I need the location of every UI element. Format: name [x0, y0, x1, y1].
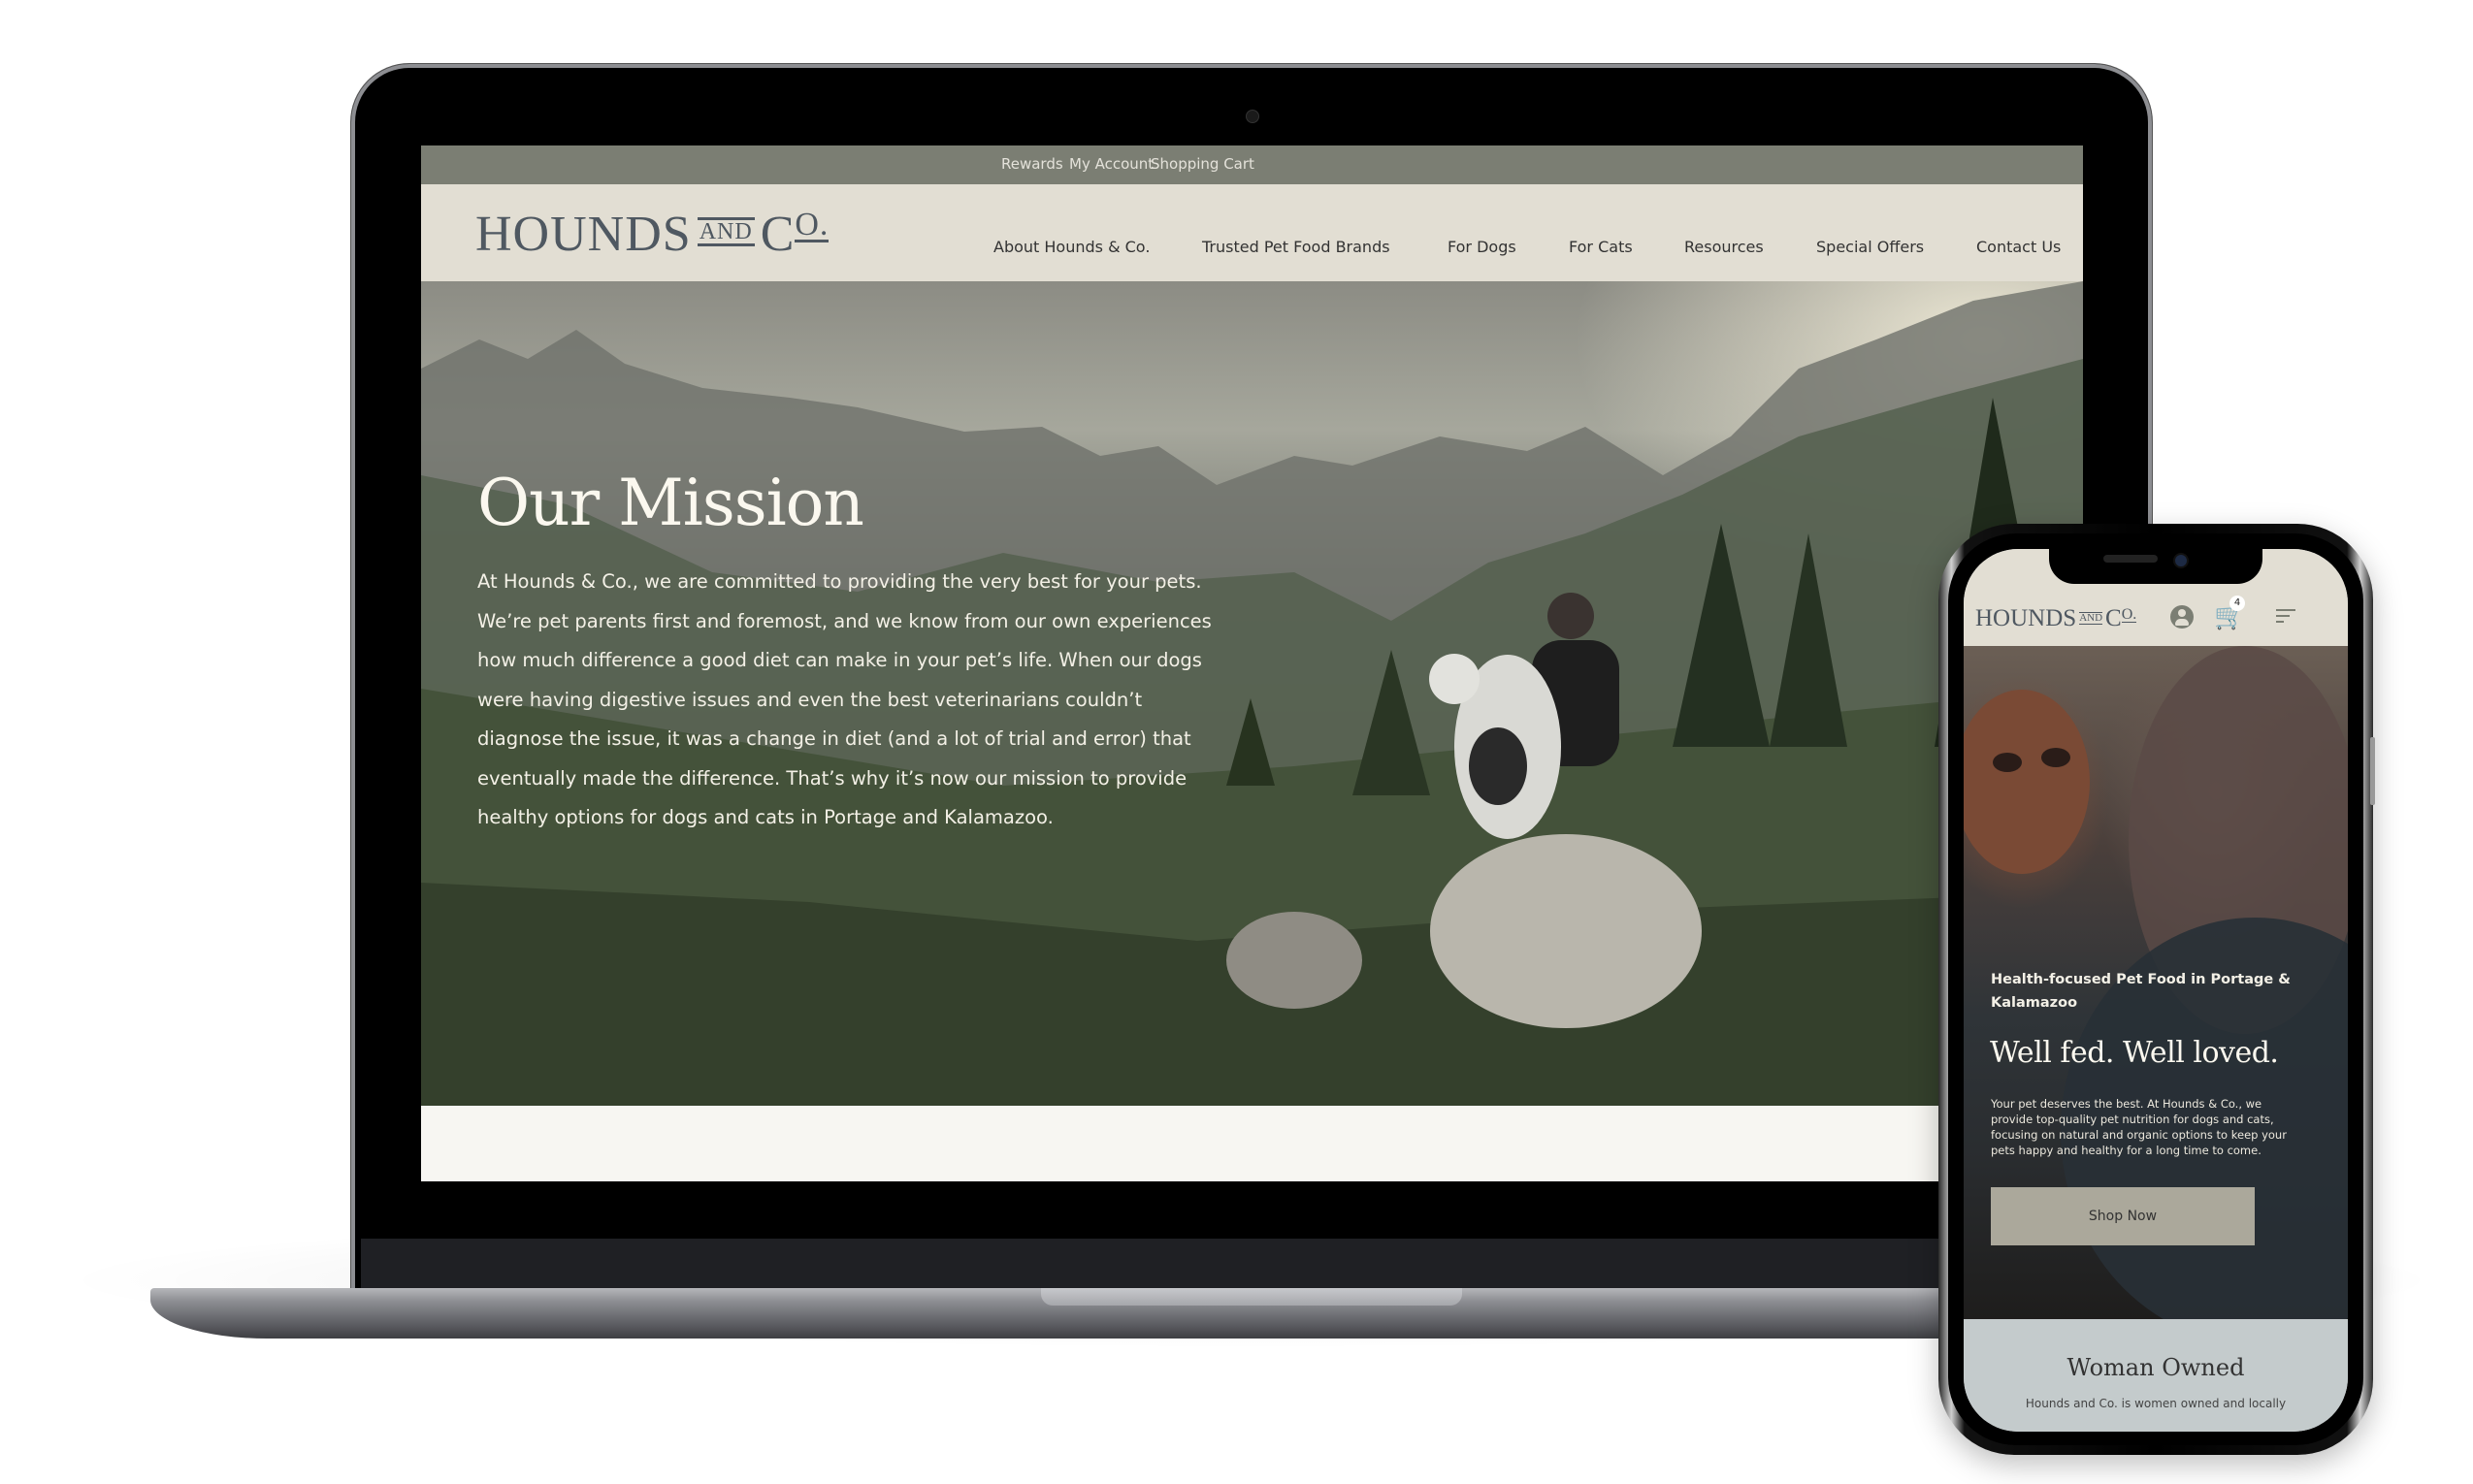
logo-c: C — [760, 207, 796, 262]
user-circle-icon[interactable] — [2170, 605, 2194, 629]
nav-about[interactable]: About Hounds & Co. — [993, 238, 1150, 256]
mobile-logo[interactable]: HOUNDS AND CO. — [1975, 605, 2137, 632]
webcam-icon — [1246, 110, 1259, 123]
phone-screen: HOUNDS AND CO. 🛒 4 Health-focused Pet Food… — [1964, 549, 2348, 1432]
logo-and: AND — [697, 217, 755, 246]
phone-side-button — [2370, 737, 2375, 805]
logo-o: O. — [2121, 606, 2137, 623]
phone-notch — [2049, 545, 2262, 584]
logo-word: HOUNDS — [1975, 605, 2077, 631]
menu-line — [2276, 621, 2284, 623]
nav-for-cats[interactable]: For Cats — [1569, 238, 1633, 256]
nav-for-dogs[interactable]: For Dogs — [1448, 238, 1516, 256]
site-logo[interactable]: HOUNDS AND CO. — [475, 206, 830, 263]
nav-contact-us[interactable]: Contact Us — [1976, 238, 2061, 256]
nav-special-offers[interactable]: Special Offers — [1816, 238, 1924, 256]
mission-title: Our Mission — [477, 466, 864, 540]
mission-body: At Hounds & Co., we are committed to pro… — [477, 570, 1212, 828]
cart-count-badge: 4 — [2229, 596, 2245, 611]
nav-trusted-brands[interactable]: Trusted Pet Food Brands — [1202, 238, 1390, 256]
hero-body: Your pet deserves the best. At Hounds & … — [1991, 1097, 2287, 1157]
hero-title: Well fed. Well loved. — [1990, 1036, 2279, 1070]
utility-bar: Rewards My Account Shopping Cart — [421, 145, 2083, 184]
mobile-hero: Health-focused Pet Food in Portage & Kal… — [1964, 646, 2348, 1319]
front-camera-icon — [2173, 553, 2189, 568]
my-account-link[interactable]: My Account — [1069, 155, 1154, 173]
site-header: HOUNDS AND CO. About Hounds & Co. Trusted … — [421, 184, 2083, 281]
section-body: Hounds and Co. is women owned and locall… — [2025, 1397, 2287, 1410]
logo-word: HOUNDS — [475, 207, 692, 262]
shop-now-button[interactable]: Shop Now — [1991, 1187, 2255, 1245]
nav-resources[interactable]: Resources — [1684, 238, 1764, 256]
woman-owned-section: Woman Owned Hounds and Co. is women owne… — [1964, 1319, 2348, 1432]
menu-icon[interactable] — [2276, 609, 2295, 625]
shopping-cart-link[interactable]: Shopping Cart — [1151, 155, 1254, 173]
mission-hero: Our Mission At Hounds & Co., we are comm… — [421, 281, 2083, 1106]
menu-line — [2276, 615, 2290, 617]
speaker-icon — [2103, 555, 2158, 563]
section-title: Woman Owned — [2066, 1354, 2245, 1381]
content-section-start — [421, 1106, 2083, 1181]
logo-c: C — [2105, 605, 2122, 631]
laptop-hinge-notch — [1041, 1288, 1462, 1306]
menu-line — [2276, 609, 2295, 611]
hero-eyebrow: Health-focused Pet Food in Portage & Kal… — [1991, 972, 2291, 1011]
logo-o: O. — [795, 207, 830, 242]
laptop-chin — [361, 1239, 2142, 1293]
logo-and: AND — [2079, 612, 2103, 625]
laptop-screen: Rewards My Account Shopping Cart HOUNDS A… — [421, 145, 2083, 1181]
rewards-link[interactable]: Rewards — [1001, 155, 1063, 173]
